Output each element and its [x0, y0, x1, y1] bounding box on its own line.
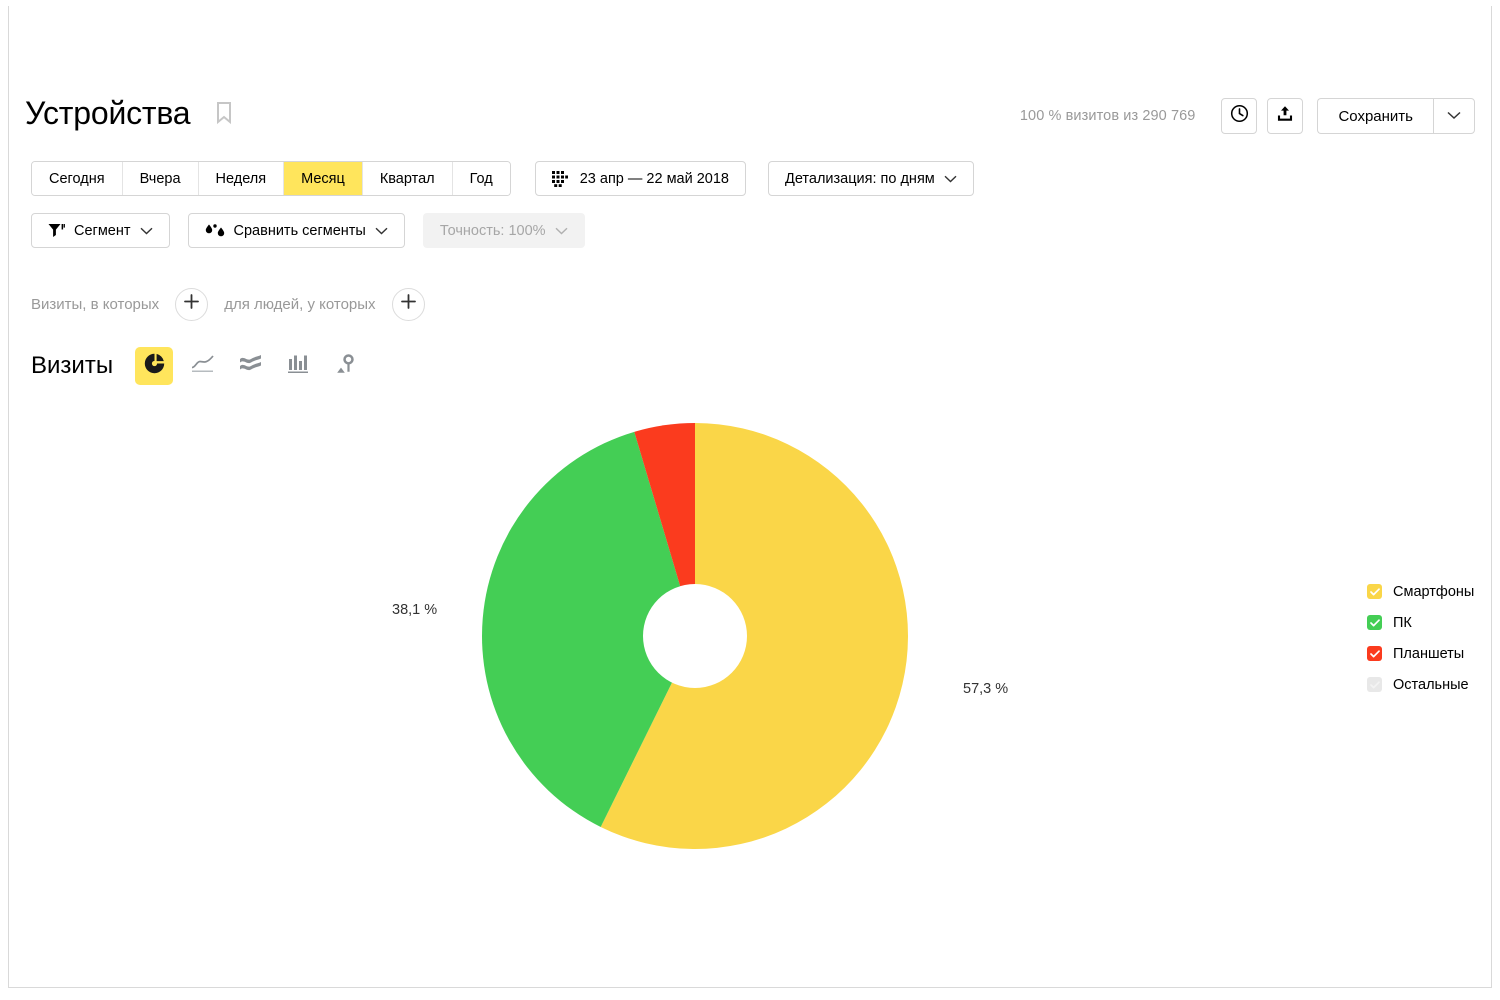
metric-toolbar: Визиты [31, 346, 375, 386]
area-chart-icon [239, 354, 262, 379]
period-preset-yesterday[interactable]: Вчера [122, 162, 199, 195]
history-button[interactable] [1221, 98, 1258, 134]
accuracy-label: Точность: 100% [439, 222, 546, 239]
chart-legend: Смартфоны ПК Планшеты Остальные [1367, 576, 1491, 700]
legend-label-others: Остальные [1393, 676, 1469, 693]
period-preset-today[interactable]: Сегодня [32, 162, 123, 195]
slice-label-smartphones: 57,3 % [963, 681, 1009, 697]
segment-label: Сегмент [74, 222, 131, 239]
compare-segments-label: Сравнить сегменты [233, 222, 366, 239]
save-button[interactable]: Сохранить [1317, 98, 1433, 134]
chevron-down-icon [140, 227, 153, 235]
header-actions: 100 % визитов из 290 769 Сохранить [1020, 98, 1475, 134]
bookmark-icon[interactable] [215, 101, 233, 125]
segment-button[interactable]: Сегмент [31, 213, 170, 248]
segment-toolbar: Сегмент Сравнить сегменты Точность: 100% [31, 213, 603, 248]
chevron-down-icon [944, 175, 957, 183]
export-icon [1276, 104, 1294, 128]
legend-label-tablets: Планшеты [1393, 645, 1465, 662]
period-preset-week[interactable]: Неделя [198, 162, 285, 195]
visits-summary: 100 % визитов из 290 769 [1019, 108, 1196, 124]
check-icon [1369, 649, 1380, 657]
period-preset-group: Сегодня Вчера Неделя Месяц Квартал Год [31, 161, 511, 196]
date-range-button[interactable]: 23 апр — 22 май 2018 [534, 161, 746, 196]
metric-title: Визиты [31, 352, 114, 379]
compare-drops-icon [205, 223, 225, 239]
save-dropdown-button[interactable] [1433, 98, 1475, 134]
check-icon [1369, 618, 1380, 626]
period-preset-year[interactable]: Год [452, 162, 510, 195]
period-preset-month[interactable]: Месяц [284, 162, 363, 195]
detalization-label: Детализация: по дням [785, 170, 935, 187]
map-pin-icon [336, 353, 356, 379]
legend-checkbox-others[interactable] [1367, 677, 1382, 692]
donut-hole [643, 584, 747, 688]
pie-chart-icon [144, 353, 165, 379]
plus-icon [400, 294, 416, 314]
save-group: Сохранить [1317, 98, 1475, 134]
legend-item-others[interactable]: Остальные [1367, 669, 1491, 700]
funnel-icon [48, 223, 65, 238]
chevron-down-icon [555, 227, 568, 235]
compare-segments-button[interactable]: Сравнить сегменты [187, 213, 405, 248]
chart-type-pie-button[interactable] [135, 347, 174, 385]
plus-icon [184, 294, 200, 314]
people-filter-label: для людей, у которых [224, 295, 376, 313]
legend-checkbox-tablets[interactable] [1367, 646, 1382, 661]
page-title: Устройства [25, 95, 191, 131]
donut-chart[interactable] [9, 396, 1492, 988]
chart-type-line-button[interactable] [183, 347, 221, 385]
check-icon [1369, 680, 1380, 688]
calendar-icon [551, 170, 568, 187]
export-button[interactable] [1267, 98, 1304, 134]
legend-item-tablets[interactable]: Планшеты [1367, 638, 1491, 669]
period-preset-quarter[interactable]: Квартал [362, 162, 453, 195]
legend-label-pc: ПК [1393, 614, 1412, 631]
clock-icon [1230, 104, 1249, 128]
accuracy-button[interactable]: Точность: 100% [422, 213, 585, 248]
legend-checkbox-pc[interactable] [1367, 615, 1382, 630]
chevron-down-icon [1447, 107, 1461, 125]
chevron-down-icon [375, 227, 388, 235]
report-header: Устройства 100 % визитов из 290 769 Сохр… [25, 94, 1475, 140]
legend-item-smartphones[interactable]: Смартфоны [1367, 576, 1491, 607]
legend-item-pc[interactable]: ПК [1367, 607, 1491, 638]
chart-type-map-button[interactable] [327, 347, 365, 385]
add-visit-condition-button[interactable] [175, 287, 209, 321]
legend-checkbox-smartphones[interactable] [1367, 584, 1382, 599]
detalization-button[interactable]: Детализация: по дням [768, 161, 974, 196]
bar-chart-icon [287, 354, 309, 379]
visits-filter-label: Визиты, в которых [31, 295, 160, 313]
chart-type-bar-button[interactable] [279, 347, 317, 385]
add-people-condition-button[interactable] [391, 287, 425, 321]
slice-label-pc: 38,1 % [392, 602, 438, 618]
filter-builder-row: Визиты, в которых для людей, у которых [31, 286, 441, 322]
chart-type-area-button[interactable] [231, 347, 269, 385]
period-toolbar: Сегодня Вчера Неделя Месяц Квартал Год 2… [31, 161, 974, 196]
date-range-label: 23 апр — 22 май 2018 [579, 170, 729, 187]
legend-label-smartphones: Смартфоны [1393, 583, 1475, 600]
check-icon [1369, 587, 1380, 595]
analytics-report-page: Устройства 100 % визитов из 290 769 Сохр… [8, 6, 1492, 988]
line-chart-icon [191, 354, 214, 378]
